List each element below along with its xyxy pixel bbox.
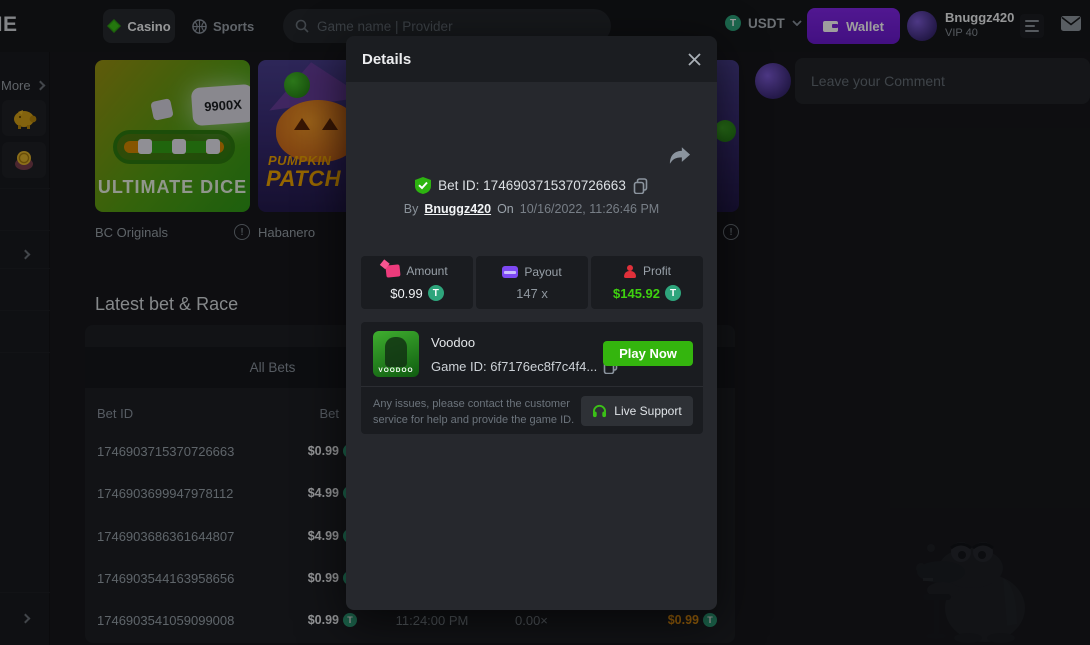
stat-payout: Payout 147 x [476,256,588,309]
bet-stats: Amount $0.99T Payout 147 x Profit $145.9… [361,256,703,309]
amount-value: $0.99 [390,286,423,301]
profit-icon [623,265,637,278]
tether-icon: T [428,285,444,301]
voodoo-figure-graphic [385,337,407,367]
play-now-button[interactable]: Play Now [603,341,693,366]
bet-meta-row: By Bnuggz420 On 10/16/2022, 11:26:46 PM [346,202,717,216]
thumb-caption: VOODOO [373,367,419,374]
live-support-label: Live Support [614,404,681,418]
stat-amount: Amount $0.99T [361,256,473,309]
bet-id-row: Bet ID: 1746903715370726663 [346,177,717,194]
close-icon[interactable] [685,50,703,68]
verified-shield-icon [415,177,431,194]
copy-icon[interactable] [633,178,648,194]
amount-icon [386,264,401,277]
game-thumbnail[interactable]: VOODOO [373,331,419,377]
game-info-box: VOODOO Voodoo Game ID: 6f7176ec8f7c4f4..… [361,322,703,434]
support-text: Any issues, please contact the customer … [373,396,574,428]
by-label: By [404,202,419,216]
tether-icon: T [665,285,681,301]
modal-header: Details [346,36,717,82]
on-label: On [497,202,514,216]
share-icon[interactable] [669,146,691,170]
modal-title: Details [362,51,411,68]
details-modal: Details Bet ID: 1746903715370726663 By B… [346,36,717,610]
divider [361,386,703,387]
profit-value: $145.92 [613,286,660,301]
headset-icon [592,404,607,418]
payout-icon [502,266,518,278]
stat-profit: Profit $145.92T [591,256,703,309]
payout-value: 147 x [516,286,548,301]
live-support-button[interactable]: Live Support [581,396,693,426]
game-id-value: Game ID: 6f7176ec8f7c4f4... [431,359,597,374]
game-name: Voodoo [431,335,475,350]
player-link[interactable]: Bnuggz420 [424,202,491,216]
game-id-row: Game ID: 6f7176ec8f7c4f4... [431,358,618,374]
bet-datetime: 10/16/2022, 11:26:46 PM [520,202,659,216]
modal-body: Bet ID: 1746903715370726663 By Bnuggz420… [346,82,717,610]
app-window: ME Casino Sports T USDT Wallet Bnuggz420… [0,0,1090,645]
bet-id-value: Bet ID: 1746903715370726663 [438,178,626,193]
